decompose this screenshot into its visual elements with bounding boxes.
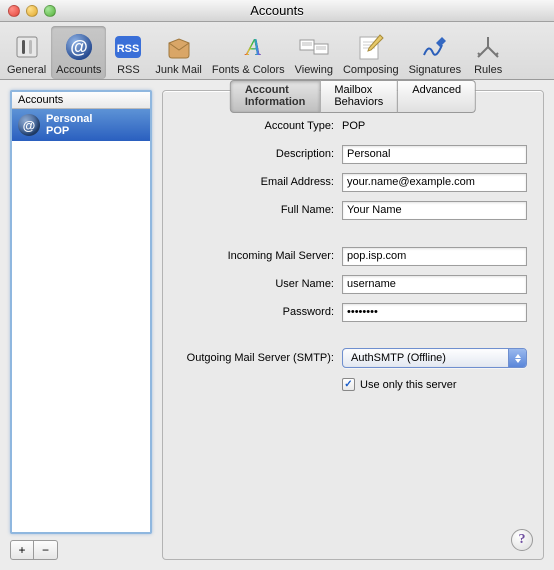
toolbar-label: Accounts <box>56 64 101 76</box>
smtp-server-value: AuthSMTP (Offline) <box>351 352 446 364</box>
toolbar-accounts[interactable]: @ Accounts <box>51 26 106 79</box>
toolbar-composing[interactable]: Composing <box>338 26 404 79</box>
label-account-type: Account Type: <box>179 120 334 132</box>
toolbar-junkmail[interactable]: Junk Mail <box>150 26 206 79</box>
toolbar-signatures[interactable]: Signatures <box>404 26 467 79</box>
toolbar-label: Signatures <box>409 64 462 76</box>
settings-tabs: Account Information Mailbox Behaviors Ad… <box>230 80 476 113</box>
toolbar-label: Composing <box>343 64 399 76</box>
username-input[interactable] <box>342 275 527 294</box>
account-type: POP <box>46 125 92 137</box>
svg-text:RSS: RSS <box>117 43 140 55</box>
label-fullname: Full Name: <box>179 204 334 216</box>
description-input[interactable] <box>342 145 527 164</box>
incoming-server-input[interactable] <box>342 247 527 266</box>
toolbar-rules[interactable]: Rules <box>466 26 510 79</box>
toolbar-label: Viewing <box>295 64 333 76</box>
toolbar-label: Fonts & Colors <box>212 64 285 76</box>
use-only-checkbox[interactable]: ✓ <box>342 378 355 391</box>
viewing-icon <box>297 32 331 62</box>
toolbar-label: General <box>7 64 46 76</box>
add-account-button[interactable]: + <box>10 540 34 560</box>
compose-icon <box>354 32 388 62</box>
account-settings-pane: Account Information Mailbox Behaviors Ad… <box>162 90 544 560</box>
toolbar-label: RSS <box>117 64 140 76</box>
junk-icon <box>162 32 196 62</box>
toolbar-rss[interactable]: RSS RSS <box>106 26 150 79</box>
email-input[interactable] <box>342 173 527 192</box>
account-name: Personal <box>46 113 92 125</box>
minimize-window-button[interactable] <box>26 5 38 17</box>
remove-account-button[interactable]: − <box>34 540 58 560</box>
toolbar-label: Junk Mail <box>155 64 201 76</box>
smtp-server-select[interactable]: AuthSMTP (Offline) <box>342 348 527 368</box>
toolbar-fonts-colors[interactable]: AA Fonts & Colors <box>207 26 290 79</box>
toolbar-viewing[interactable]: Viewing <box>290 26 338 79</box>
titlebar: Accounts <box>0 0 554 22</box>
rules-icon <box>471 32 505 62</box>
signature-icon <box>418 32 452 62</box>
window-title: Accounts <box>0 3 554 18</box>
label-description: Description: <box>179 148 334 160</box>
account-row[interactable]: @ Personal POP <box>12 109 150 141</box>
help-button[interactable]: ? <box>511 529 533 551</box>
svg-text:A: A <box>244 35 261 61</box>
switch-icon <box>10 32 44 62</box>
password-input[interactable] <box>342 303 527 322</box>
zoom-window-button[interactable] <box>44 5 56 17</box>
use-only-label: Use only this server <box>360 379 457 391</box>
fonts-icon: AA <box>231 32 265 62</box>
tab-mailbox-behaviors[interactable]: Mailbox Behaviors <box>320 80 398 113</box>
label-smtp: Outgoing Mail Server (SMTP): <box>179 352 334 364</box>
at-icon: @ <box>62 32 96 62</box>
at-icon: @ <box>18 114 40 136</box>
tab-advanced[interactable]: Advanced <box>398 80 476 113</box>
label-password: Password: <box>179 306 334 318</box>
label-username: User Name: <box>179 278 334 290</box>
toolbar-label: Rules <box>474 64 502 76</box>
accounts-list[interactable]: Accounts @ Personal POP <box>10 90 152 534</box>
close-window-button[interactable] <box>8 5 20 17</box>
tab-account-information[interactable]: Account Information <box>230 80 321 113</box>
chevron-updown-icon <box>508 349 526 367</box>
svg-text:@: @ <box>70 37 88 57</box>
value-account-type: POP <box>342 120 365 132</box>
rss-icon: RSS <box>111 32 145 62</box>
preferences-toolbar: General @ Accounts RSS RSS Junk Mail AA … <box>0 22 554 80</box>
label-incoming: Incoming Mail Server: <box>179 250 334 262</box>
label-email: Email Address: <box>179 176 334 188</box>
toolbar-general[interactable]: General <box>2 26 51 79</box>
accounts-list-header: Accounts <box>12 92 150 109</box>
fullname-input[interactable] <box>342 201 527 220</box>
